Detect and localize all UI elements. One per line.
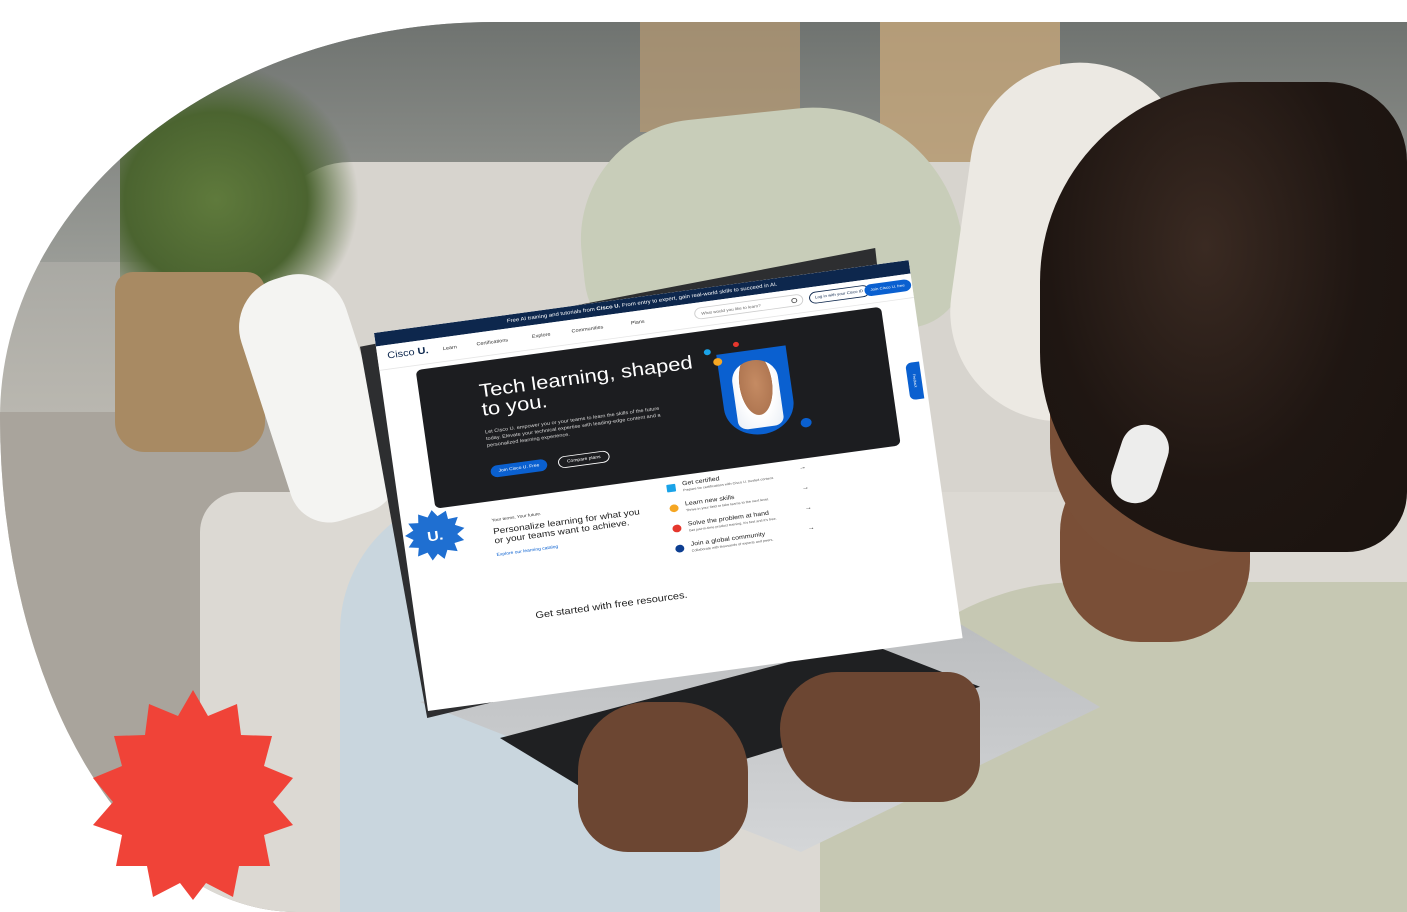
- cisco-u-logo[interactable]: Cisco U.: [387, 345, 430, 361]
- nav-item-certifications[interactable]: Certifications: [476, 338, 508, 347]
- feature-global-community[interactable]: Join a global community Collaborate with…: [674, 524, 824, 554]
- nav-item-learn[interactable]: Learn: [443, 345, 458, 352]
- left-hand: [578, 702, 748, 852]
- plant: [120, 62, 360, 292]
- logo-mark: U.: [416, 345, 430, 357]
- nav-item-explore[interactable]: Explore: [532, 332, 551, 340]
- search-placeholder: What would you like to learn?: [700, 303, 761, 316]
- arrow-right-icon: →: [804, 504, 813, 512]
- compare-plans-button[interactable]: Compare plans: [557, 450, 611, 469]
- promo-brand: Cisco U.: [596, 303, 621, 313]
- laptop-screen: Free AI training and tutorials from Cisc…: [374, 260, 963, 711]
- hero-person-photo: [716, 345, 798, 439]
- red-burst-icon: [93, 690, 293, 900]
- plant-pot: [115, 272, 265, 452]
- cisco-u-badge: U.: [405, 510, 465, 561]
- explore-catalog-link[interactable]: Explore our learning catalog: [496, 544, 558, 557]
- personalize-title: Personalize learning for what you or you…: [492, 507, 641, 546]
- arrow-right-icon: →: [801, 484, 810, 492]
- arrow-right-icon: →: [807, 524, 816, 532]
- feature-learn-new-skills[interactable]: Learn new skills Thrive in your field or…: [669, 483, 818, 513]
- decor-dot-red: [732, 341, 740, 348]
- right-hand: [780, 672, 980, 802]
- arrow-right-icon: →: [798, 464, 807, 472]
- badge-mark: U.: [426, 528, 444, 545]
- join-cisco-u-free-button[interactable]: Join Cisco U. Free: [489, 458, 549, 478]
- circle-icon: [669, 503, 680, 513]
- person-portrait: [729, 357, 785, 431]
- search-icon: [790, 297, 798, 304]
- decor-dot-cyan: [703, 348, 712, 356]
- feature-solve-problem[interactable]: Solve the problem at hand Get just-in-ti…: [671, 503, 821, 533]
- square-icon: [666, 483, 677, 493]
- free-resources-title: Get started with free resources.: [534, 590, 689, 621]
- nav-item-communities[interactable]: Communities: [571, 325, 603, 334]
- person-hair: [1040, 82, 1407, 552]
- nav-item-plans[interactable]: Plans: [631, 319, 645, 326]
- circle-icon: [674, 544, 685, 554]
- circle-icon: [671, 524, 682, 533]
- feedback-tab[interactable]: Feedback: [905, 361, 925, 401]
- join-free-button[interactable]: Join Cisco U. free: [863, 278, 912, 297]
- login-button[interactable]: Log in with your Cisco ID: [808, 284, 870, 305]
- logo-word: Cisco: [386, 347, 416, 362]
- decor-dot-blue: [800, 417, 813, 429]
